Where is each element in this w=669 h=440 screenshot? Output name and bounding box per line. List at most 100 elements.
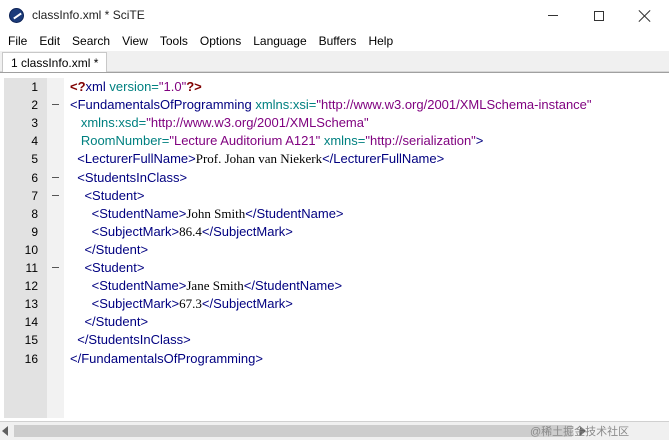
code-line[interactable]: 1 <?xml version="1.0"?> [0, 78, 669, 96]
code-token-tag: </FundamentalsOfProgramming> [70, 350, 263, 366]
line-number: 16 [24, 351, 38, 366]
close-icon [639, 10, 651, 22]
fold-toggle-icon[interactable] [52, 194, 59, 196]
menu-help[interactable]: Help [362, 31, 399, 51]
minimize-icon [548, 15, 558, 16]
code-line[interactable]: 13 <SubjectMark>67.3</SubjectMark> [0, 295, 669, 313]
line-number: 13 [24, 297, 38, 312]
code-token-txt: 67.3 [179, 296, 202, 312]
code-line[interactable]: 2 <FundamentalsOfProgramming xmlns:xsi="h… [0, 96, 669, 114]
line-number: 4 [31, 134, 38, 149]
code-token-tag: </Student> [70, 314, 149, 330]
code-token-tag: <Student> [70, 260, 145, 275]
code-token-tag: > [475, 133, 484, 149]
code-token-attr: version= [109, 79, 159, 94]
menu-file[interactable]: File [2, 31, 33, 51]
menu-view[interactable]: View [116, 31, 154, 51]
code-line[interactable]: 3 xmlns:xsd="http://www.w3.org/2001/XMLS… [0, 114, 669, 132]
code-line[interactable]: 4 RoomNumber="Lecture Auditorium A121" x… [0, 132, 669, 150]
code-text: <StudentName>Jane Smith</StudentName> [70, 278, 342, 294]
code-token-pi: <? [70, 79, 86, 94]
code-line[interactable]: 8 <StudentName>John Smith</StudentName> [0, 205, 669, 223]
tab-bar: 1 classInfo.xml * [0, 51, 669, 72]
code-token-tag: </StudentsInClass> [70, 332, 191, 348]
line-number: 2 [31, 98, 38, 113]
maximize-button[interactable] [576, 0, 622, 31]
code-text: <FundamentalsOfProgramming xmlns:xsi="ht… [70, 97, 592, 112]
line-number: 7 [31, 188, 38, 203]
code-editor[interactable]: 1 <?xml version="1.0"?> 2 <FundamentalsOfPr… [0, 72, 669, 421]
title-bar: classInfo.xml * SciTE [0, 0, 669, 31]
code-line[interactable]: 6 <StudentsInClass> [0, 169, 669, 187]
code-text: </Student> [70, 242, 148, 257]
code-line[interactable]: 12 <StudentName>Jane Smith</StudentName> [0, 277, 669, 295]
code-token-attr: xmlns:xsd= [70, 115, 147, 131]
code-token-attr: xmlns:xsi= [255, 97, 317, 113]
code-token-val: "1.0" [158, 79, 187, 94]
tab-classinfo-xml[interactable]: 1 classInfo.xml * [2, 52, 108, 72]
code-token-tag: </StudentName> [243, 278, 343, 294]
code-line[interactable]: 15 </StudentsInClass> [0, 331, 669, 349]
scite-app-icon[interactable] [9, 8, 24, 23]
code-token-tag: <SubjectMark> [70, 223, 180, 239]
scroll-left-arrow-icon[interactable] [2, 426, 8, 436]
code-text: <SubjectMark>86.4</SubjectMark> [70, 224, 293, 240]
code-line[interactable]: 14 </Student> [0, 313, 669, 331]
code-line[interactable]: 10 </Student> [0, 241, 669, 259]
menu-options[interactable]: Options [194, 31, 247, 51]
code-token-tag: <LecturerFullName> [70, 151, 196, 167]
menu-language[interactable]: Language [247, 31, 312, 51]
minimize-button[interactable] [530, 0, 576, 31]
code-text: </StudentsInClass> [70, 332, 191, 348]
code-text: <StudentName>John Smith</StudentName> [70, 206, 344, 222]
code-text: RoomNumber="Lecture Auditorium A121" xml… [70, 133, 484, 149]
watermark: @稀土掘金技术社区 [530, 426, 630, 438]
menu-search[interactable]: Search [66, 31, 116, 51]
line-number: 3 [31, 116, 38, 131]
code-token-attr: xmlns= [323, 133, 366, 149]
fold-toggle-icon[interactable] [52, 176, 59, 178]
code-token-val: "http://serialization" [365, 133, 476, 149]
menu-tools[interactable]: Tools [154, 31, 194, 51]
fold-toggle-icon[interactable] [52, 267, 59, 268]
code-text: <StudentsInClass> [70, 170, 187, 185]
fold-toggle-icon[interactable] [52, 104, 59, 106]
line-number: 9 [31, 224, 38, 239]
code-line[interactable]: 16 </FundamentalsOfProgramming> [0, 350, 669, 368]
code-token-txt: Prof. Johan van Niekerk [195, 151, 323, 167]
code-token-tag: <StudentName> [70, 205, 187, 221]
code-token-tag: <SubjectMark> [70, 296, 180, 312]
line-number: 15 [24, 333, 38, 348]
code-text: <Student> [70, 260, 144, 275]
code-line[interactable]: 11 <Student> [0, 259, 669, 277]
code-text: <Student> [70, 188, 144, 203]
code-token-txt: John Smith [186, 205, 246, 221]
code-token-tag: xml [85, 79, 110, 94]
code-token-tag: <StudentsInClass> [70, 169, 188, 185]
code-token-val: "http://www.w3.org/2001/XMLSchema" [146, 115, 369, 131]
line-number: 1 [31, 80, 38, 94]
line-number: 8 [31, 206, 38, 221]
code-line[interactable]: 7 <Student> [0, 187, 669, 205]
code-text: </Student> [70, 314, 148, 329]
code-token-val: "Lecture Auditorium A121" [169, 133, 324, 149]
code-line[interactable]: 5 <LecturerFullName>Prof. Johan van Niek… [0, 150, 669, 168]
menu-bar: File Edit Search View Tools Options Language Bu… [0, 31, 669, 51]
line-number: 11 [25, 261, 38, 275]
code-text: <?xml version="1.0"?> [70, 79, 202, 94]
menu-buffers[interactable]: Buffers [313, 31, 363, 51]
code-text: <LecturerFullName>Prof. Johan van Nieker… [70, 151, 444, 167]
line-number: 6 [31, 170, 38, 185]
code-token-tag: </LecturerFullName> [322, 151, 445, 167]
code-token-tag: </Student> [70, 241, 149, 257]
menu-edit[interactable]: Edit [33, 31, 66, 51]
scrollbar-thumb[interactable] [14, 425, 572, 437]
code-token-pi: ?> [186, 79, 202, 94]
code-text: xmlns:xsd="http://www.w3.org/2001/XMLSch… [70, 115, 369, 130]
code-token-txt: 86.4 [179, 223, 202, 239]
close-button[interactable] [622, 0, 668, 31]
code-text: </FundamentalsOfProgramming> [70, 351, 263, 366]
code-line[interactable]: 9 <SubjectMark>86.4</SubjectMark> [0, 223, 669, 241]
line-number: 14 [24, 315, 38, 330]
code-token-tag: </StudentName> [245, 205, 344, 221]
